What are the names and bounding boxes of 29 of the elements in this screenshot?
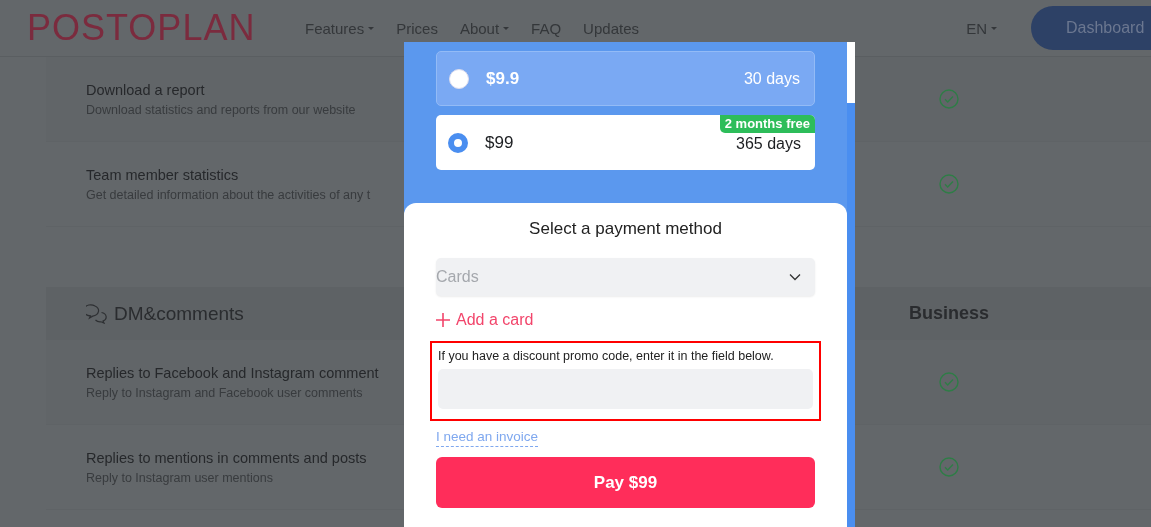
chevron-down-icon [789, 273, 801, 281]
check-circle-icon [939, 174, 959, 194]
check-circle-icon [939, 89, 959, 109]
caret-icon [991, 26, 997, 30]
plan-option[interactable]: $9.9 30 days [436, 51, 815, 106]
chat-bubbles-icon [86, 303, 108, 324]
add-card-link[interactable]: Add a card [436, 311, 534, 329]
feature-title: Replies to mentions in comments and posts [86, 449, 367, 466]
check-circle-icon [939, 457, 959, 477]
payment-title: Select a payment method [528, 219, 723, 239]
invoice-link[interactable]: I need an invoice [436, 429, 539, 447]
plan-price: $9.9 [486, 68, 521, 89]
feature-title: Team member statistics [86, 166, 239, 183]
feature-title: Replies to Facebook and Instagram comment [86, 364, 379, 381]
dashboard-button[interactable]: Dashboard [1031, 6, 1151, 50]
plus-icon [436, 313, 450, 327]
scrollbar[interactable] [847, 42, 855, 527]
payment-method-select[interactable]: Cards [436, 258, 815, 296]
plan-period: 30 days [743, 69, 800, 88]
plan-period: 365 days [736, 134, 801, 153]
radio-button[interactable] [448, 132, 468, 153]
check-circle-icon [939, 372, 959, 392]
plan-option[interactable]: 2 months free $99 365 days [436, 115, 815, 170]
pay-button[interactable]: Pay $99 [436, 457, 815, 508]
discount-badge: 2 months free [719, 115, 815, 133]
logo[interactable]: POSTOPLAN [27, 7, 277, 49]
feature-title: Download a report [86, 81, 205, 98]
promo-code-label: If you have a discount promo code, enter it in the field below. [438, 349, 775, 363]
plan-price: $99 [485, 132, 515, 153]
